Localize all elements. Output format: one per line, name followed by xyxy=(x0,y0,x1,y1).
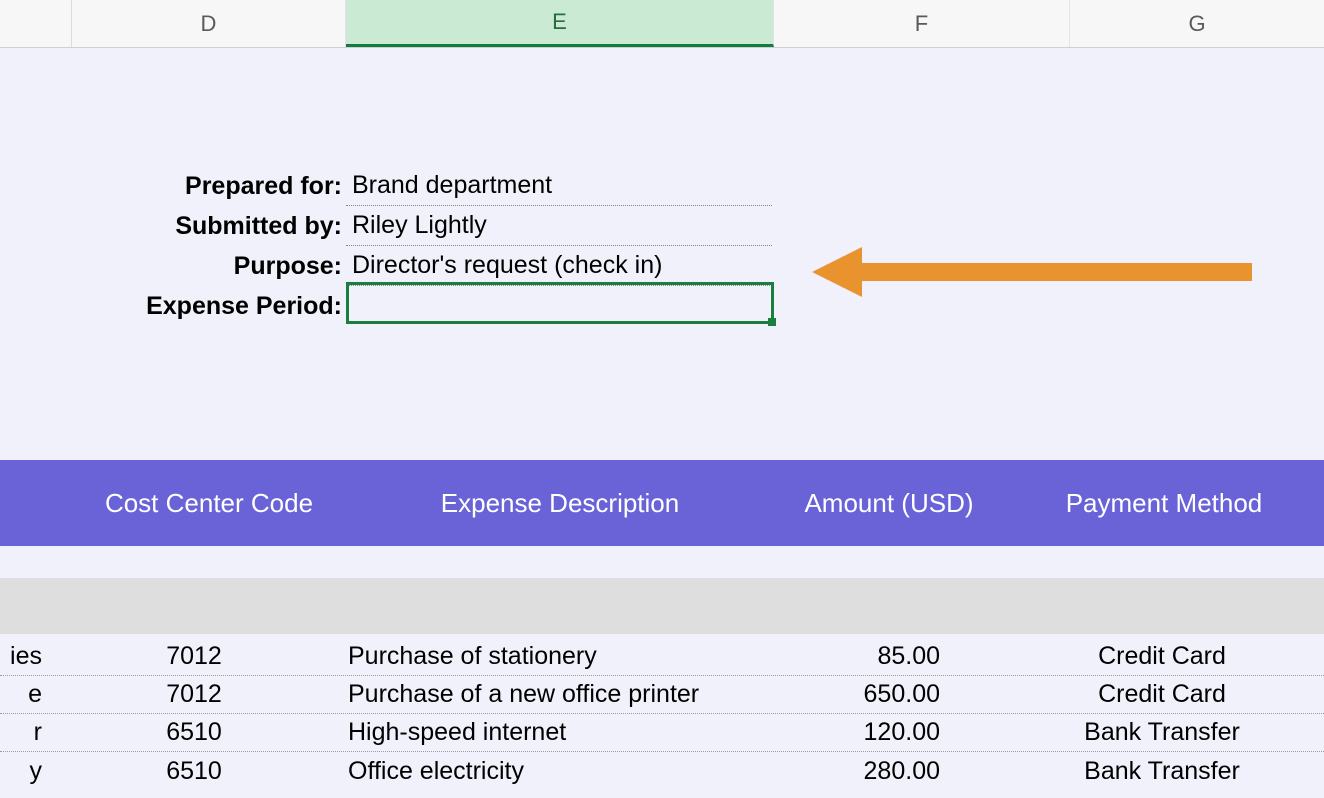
cell-amount: 650.00 xyxy=(774,680,940,709)
cell-code: 7012 xyxy=(42,680,346,709)
info-row-expense-period: Expense Period: xyxy=(118,286,772,326)
label-purpose: Purpose: xyxy=(118,252,346,281)
cell-desc: Office electricity xyxy=(346,757,774,786)
value-expense-period[interactable] xyxy=(346,286,772,326)
cell-frag: y xyxy=(0,757,42,786)
cell-desc: High-speed internet xyxy=(346,718,774,747)
cell-code: 6510 xyxy=(42,757,346,786)
label-expense-period: Expense Period: xyxy=(118,292,346,321)
arrow-annotation xyxy=(812,242,1252,307)
th-description: Expense Description xyxy=(346,488,774,519)
col-stub xyxy=(0,0,72,47)
cell-method: Credit Card xyxy=(940,642,1324,671)
cell-desc: Purchase of a new office printer xyxy=(346,680,774,709)
cell-frag: r xyxy=(0,718,42,747)
column-headers: D E F G xyxy=(0,0,1324,48)
cell-method: Bank Transfer xyxy=(940,757,1324,786)
cell-desc: Purchase of stationery xyxy=(346,642,774,671)
expense-rows: ies 7012 Purchase of stationery 85.00 Cr… xyxy=(0,638,1324,790)
label-submitted-by: Submitted by: xyxy=(118,212,346,241)
col-header-E[interactable]: E xyxy=(346,0,774,47)
cell-code: 7012 xyxy=(42,642,346,671)
info-row-prepared-for: Prepared for: Brand department xyxy=(118,166,772,206)
table-row[interactable]: ies 7012 Purchase of stationery 85.00 Cr… xyxy=(0,638,1324,676)
info-block: Prepared for: Brand department Submitted… xyxy=(118,166,772,326)
cell-method: Credit Card xyxy=(940,680,1324,709)
info-row-purpose: Purpose: Director's request (check in) xyxy=(118,246,772,286)
cell-frag: e xyxy=(0,680,42,709)
cell-amount: 280.00 xyxy=(774,757,940,786)
cell-method: Bank Transfer xyxy=(940,718,1324,747)
cell-amount: 120.00 xyxy=(774,718,940,747)
table-row[interactable]: e 7012 Purchase of a new office printer … xyxy=(0,676,1324,714)
col-header-G[interactable]: G xyxy=(1070,0,1324,47)
grey-subheader-bar xyxy=(0,578,1324,634)
label-prepared-for: Prepared for: xyxy=(118,172,346,201)
value-prepared-for[interactable]: Brand department xyxy=(346,166,772,206)
col-header-D[interactable]: D xyxy=(72,0,346,47)
cell-amount: 85.00 xyxy=(774,642,940,671)
table-row[interactable]: y 6510 Office electricity 280.00 Bank Tr… xyxy=(0,752,1324,790)
info-row-submitted-by: Submitted by: Riley Lightly xyxy=(118,206,772,246)
cell-code: 6510 xyxy=(42,718,346,747)
table-row[interactable]: r 6510 High-speed internet 120.00 Bank T… xyxy=(0,714,1324,752)
th-amount: Amount (USD) xyxy=(774,488,1004,519)
col-header-F[interactable]: F xyxy=(774,0,1070,47)
expense-table-header: Cost Center Code Expense Description Amo… xyxy=(0,460,1324,546)
value-submitted-by[interactable]: Riley Lightly xyxy=(346,206,772,246)
value-purpose[interactable]: Director's request (check in) xyxy=(346,246,772,286)
cell-frag: ies xyxy=(0,642,42,671)
sheet-body[interactable]: Prepared for: Brand department Submitted… xyxy=(0,48,1324,798)
th-cost-center: Cost Center Code xyxy=(72,488,346,519)
th-payment-method: Payment Method xyxy=(1004,488,1324,519)
arrow-left-icon xyxy=(812,247,1252,297)
